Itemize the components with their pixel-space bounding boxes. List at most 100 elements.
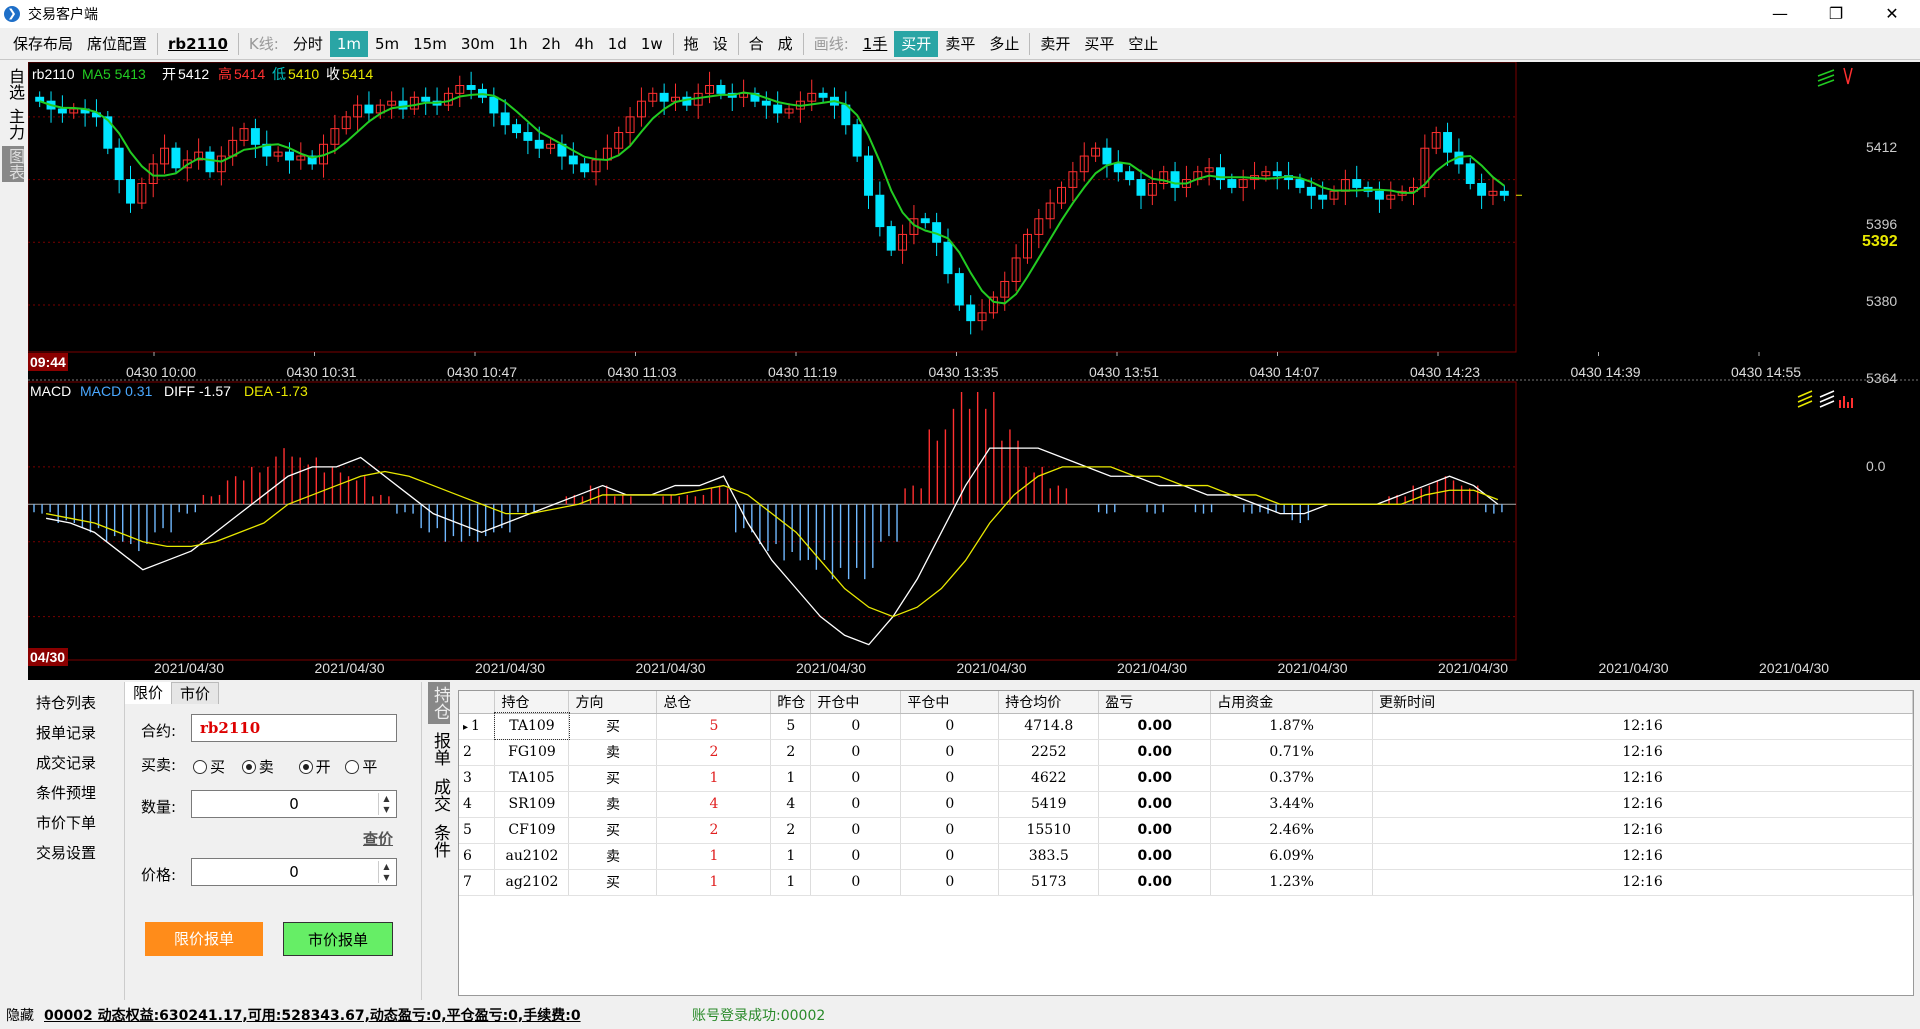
buy-radio[interactable]	[193, 760, 207, 774]
tab-chart[interactable]: 图表	[2, 146, 25, 182]
row-index: 7	[463, 874, 472, 890]
time-tick-label: 0430 10:31	[287, 364, 357, 380]
contract-selector[interactable]: rb2110	[161, 31, 235, 57]
limit-order-button[interactable]: 限价报单	[145, 922, 263, 956]
tab-watchlist[interactable]: 自选	[2, 66, 25, 102]
column-header[interactable]: 开仓中	[810, 691, 902, 714]
period-1w[interactable]: 1w	[634, 31, 670, 57]
market-order-button[interactable]: 市价报单	[283, 922, 393, 956]
price-stepper[interactable]: ▲ ▼	[378, 861, 394, 883]
close-radio[interactable]	[345, 760, 360, 774]
column-header[interactable]: 持仓	[494, 691, 570, 714]
date-tick-label: 2021/04/30	[475, 660, 545, 676]
account-summary[interactable]: 00002 动态权益:630241.17,可用:528343.67,动态盈亏:0…	[44, 1004, 581, 1029]
table-cell: 6.09%	[1210, 843, 1374, 870]
period-1d[interactable]: 1d	[601, 31, 634, 57]
column-header[interactable]: 总仓	[656, 691, 772, 714]
price-input[interactable]: 0 ▲ ▼	[191, 858, 397, 886]
table-row[interactable]: ▸ 1 TA109 买 5 5 0 0 4714.8 0.00 1.87% 12:16	[459, 712, 1913, 740]
title-bar: ❯ 交易客户端 — ❐ ✕	[0, 0, 1920, 28]
minimize-button[interactable]: —	[1752, 0, 1808, 28]
contract-input[interactable]: rb2110	[191, 714, 397, 742]
column-header[interactable]: 平仓中	[900, 691, 1000, 714]
quantity-input[interactable]: 0 ▲ ▼	[191, 790, 397, 818]
period-1m[interactable]: 1m	[329, 30, 368, 57]
close-button[interactable]: ✕	[1864, 0, 1920, 28]
column-header[interactable]: 盈亏	[1098, 691, 1212, 714]
tab-main-contracts[interactable]: 主力	[2, 106, 25, 142]
buy-close-button[interactable]: 买平	[1077, 31, 1121, 57]
time-tick-label: 0430 10:47	[447, 364, 517, 380]
merge-tool-button[interactable]: 合	[742, 31, 771, 57]
menu-trade-settings[interactable]: 交易设置	[28, 838, 120, 868]
period-4h[interactable]: 4h	[568, 31, 601, 57]
tab-market-order[interactable]: 市价	[171, 682, 220, 704]
tab-orders[interactable]: 报单	[428, 728, 450, 770]
close-value: 5414	[342, 66, 373, 82]
column-header[interactable]: 方向	[568, 691, 658, 714]
period-15m[interactable]: 15m	[406, 31, 454, 57]
column-header[interactable]: 昨仓	[770, 691, 812, 714]
quantity-stepper[interactable]: ▲ ▼	[378, 793, 394, 815]
hide-toggle[interactable]: 隐藏	[6, 1004, 34, 1029]
quantity-selector[interactable]: 1手	[856, 31, 895, 57]
table-row[interactable]: 7 ag2102 买 1 1 0 0 5173 0.00 1.23% 12:16	[459, 869, 1913, 896]
volume-tool-button[interactable]: 成	[771, 31, 800, 57]
positions-table[interactable]: 持仓 方向 总仓 昨仓 开仓中 平仓中 持仓均价 盈亏 占用资金 更新时间 ▸ 1…	[458, 690, 1914, 996]
menu-market-order[interactable]: 市价下单	[28, 808, 120, 838]
drag-tool-button[interactable]: 拖	[677, 31, 706, 57]
tab-conditions[interactable]: 条件	[428, 820, 450, 862]
menu-positions[interactable]: 持仓列表	[28, 688, 120, 718]
table-cell: 0	[900, 843, 1000, 870]
table-row[interactable]: 6 au2102 卖 1 1 0 0 383.5 0.00 6.09% 12:16	[459, 843, 1913, 870]
period-30m[interactable]: 30m	[454, 31, 502, 57]
quantity-label: 数量:	[141, 798, 177, 816]
sell-open-button[interactable]: 卖开	[1033, 31, 1077, 57]
table-row[interactable]: 3 TA105 买 1 1 0 0 4622 0.00 0.37% 12:16	[459, 765, 1913, 792]
menu-trades[interactable]: 成交记录	[28, 748, 120, 778]
candle-body	[1272, 171, 1282, 177]
time-tick-label: 0430 14:07	[1250, 364, 1320, 380]
period-5m[interactable]: 5m	[368, 31, 406, 57]
query-price-link[interactable]: 查价	[363, 828, 393, 849]
sell-close-button[interactable]: 卖平	[938, 31, 982, 57]
tab-trades[interactable]: 成交	[428, 774, 450, 816]
settings-tool-button[interactable]: 设	[706, 31, 735, 57]
column-header[interactable]: 占用资金	[1210, 691, 1374, 714]
candle-body	[512, 124, 522, 134]
table-row[interactable]: 5 CF109 买 2 2 0 0 15510 0.00 2.46% 12:16	[459, 817, 1913, 844]
contract-label: 合约:	[141, 722, 177, 740]
sell-radio[interactable]	[241, 760, 256, 774]
table-row[interactable]: 4 SR109 卖 4 4 0 0 5419 0.00 3.44% 12:16	[459, 791, 1913, 818]
short-stop-button[interactable]: 空止	[1121, 31, 1165, 57]
candle-body	[875, 194, 885, 228]
maximize-button[interactable]: ❐	[1808, 0, 1864, 28]
macd-value: MACD 0.31	[80, 383, 153, 399]
menu-orders[interactable]: 报单记录	[28, 718, 120, 748]
long-stop-button[interactable]: 多止	[982, 31, 1026, 57]
column-header[interactable]: 持仓均价	[998, 691, 1100, 714]
candle-body	[818, 92, 828, 98]
open-radio[interactable]	[298, 760, 313, 774]
buy-open-button[interactable]: 买开	[894, 30, 939, 57]
position-config-button[interactable]: 席位配置	[80, 31, 154, 57]
time-tick-label: 0430 13:51	[1089, 364, 1159, 380]
candle-body	[920, 218, 930, 224]
table-cell: 12:16	[1372, 843, 1913, 870]
table-cell: 12:16	[1372, 713, 1913, 740]
tab-positions[interactable]: 持仓	[428, 682, 450, 724]
menu-conditional[interactable]: 条件预埋	[28, 778, 120, 808]
column-header[interactable]: 更新时间	[1372, 691, 1913, 714]
save-layout-button[interactable]: 保存布局	[6, 31, 80, 57]
candle-body	[1136, 179, 1146, 196]
tab-limit-order[interactable]: 限价	[125, 682, 172, 704]
period-fenshi[interactable]: 分时	[286, 31, 330, 57]
candle-body	[489, 96, 499, 114]
open-label: 开	[162, 66, 176, 82]
kline-chart[interactable]: rb2110 MA5 5413 开 5412 高 5414 低 5410 收 5…	[28, 62, 1920, 680]
period-1h[interactable]: 1h	[502, 31, 535, 57]
table-row[interactable]: 2 FG109 卖 2 2 0 0 2252 0.00 0.71% 12:16	[459, 739, 1913, 766]
chart-svg[interactable]: rb2110 MA5 5413 开 5412 高 5414 低 5410 收 5…	[28, 62, 1920, 680]
candle-body	[1477, 182, 1487, 196]
period-2h[interactable]: 2h	[535, 31, 568, 57]
